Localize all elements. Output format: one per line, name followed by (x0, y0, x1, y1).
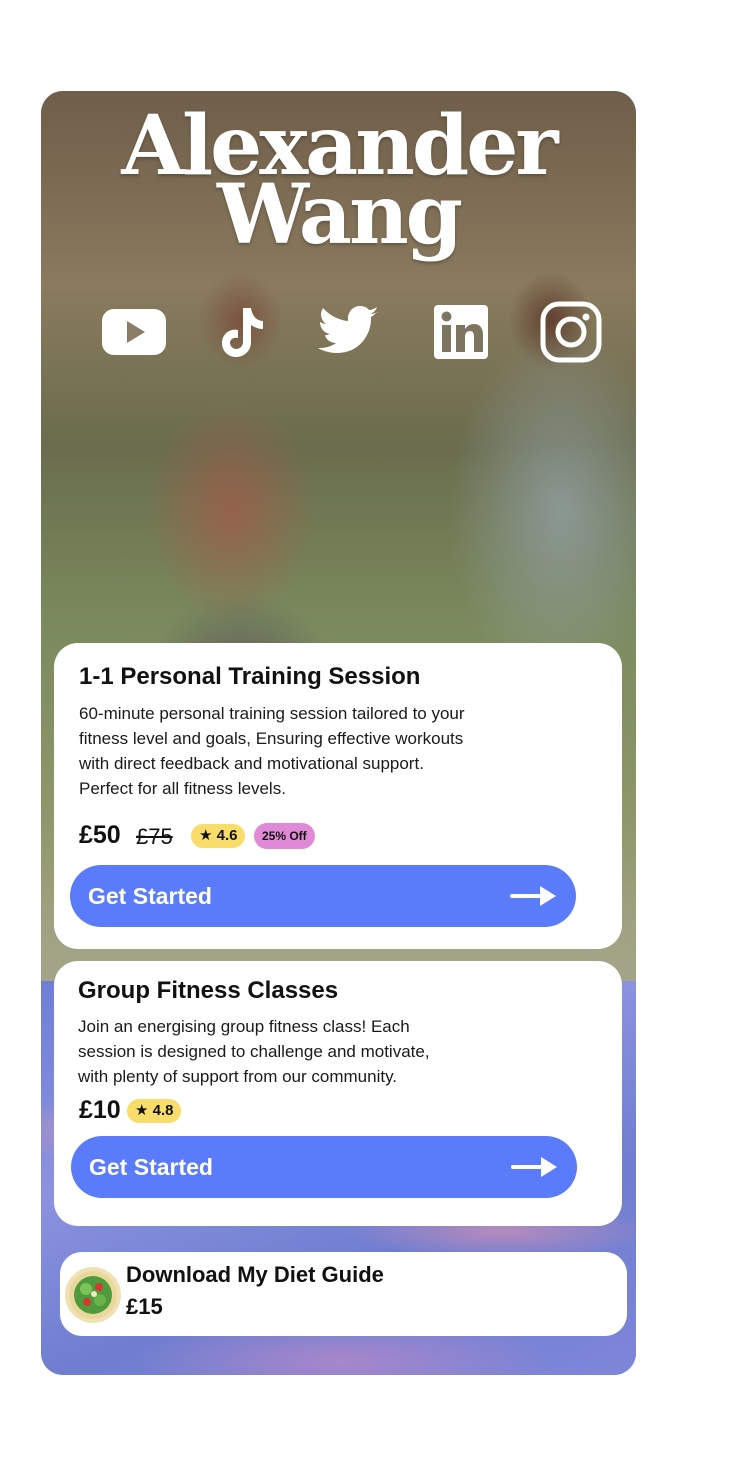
description-line: Perfect for all fitness levels. (79, 779, 286, 798)
youtube-link[interactable] (101, 301, 167, 363)
service-card-group-fitness: Group Fitness Classes Join an energising… (54, 961, 622, 1226)
get-started-button[interactable]: Get Started (71, 1136, 577, 1198)
service-description: Join an energising group fitness class! … (78, 1014, 430, 1089)
rating-badge: ★ 4.8 (127, 1099, 182, 1123)
price: £50 (79, 821, 121, 849)
social-links (101, 301, 606, 365)
twitter-icon (318, 306, 378, 353)
description-line: Join an energising group fitness class! … (78, 1017, 410, 1036)
price: £10 (79, 1096, 121, 1124)
brand-logo: Alexander Wang (41, 103, 636, 256)
description-line: with direct feedback and motivational su… (79, 754, 424, 773)
button-label: Get Started (89, 1154, 213, 1180)
description-line: session is designed to challenge and mot… (78, 1042, 430, 1061)
original-price: £75 (136, 824, 173, 849)
youtube-icon (102, 309, 166, 355)
instagram-icon (540, 301, 602, 363)
description-line: 60-minute personal training session tail… (79, 704, 465, 723)
arrow-right-icon (511, 1157, 557, 1177)
button-label: Get Started (88, 883, 212, 909)
discount-badge: 25% Off (254, 823, 315, 849)
get-started-button[interactable]: Get Started (70, 865, 576, 927)
service-title: Group Fitness Classes (78, 977, 339, 1004)
twitter-link[interactable] (316, 301, 382, 363)
arrow-right-icon (510, 886, 556, 906)
description-line: with plenty of support from our communit… (78, 1067, 398, 1086)
linkedin-link[interactable] (428, 301, 494, 363)
service-card-personal-training: 1-1 Personal Training Session 60-minute … (54, 643, 622, 949)
linkedin-icon (434, 305, 488, 359)
salad-bowl-icon (65, 1267, 121, 1323)
instagram-link[interactable] (538, 301, 604, 363)
diet-guide-link[interactable]: Download My Diet Guide £15 (60, 1252, 627, 1336)
service-title: 1-1 Personal Training Session (79, 663, 421, 690)
diet-guide-price: £15 (126, 1294, 163, 1319)
service-description: 60-minute personal training session tail… (79, 701, 465, 801)
description-line: fitness level and goals, Ensuring effect… (79, 729, 464, 748)
rating-badge: ★ 4.6 (191, 824, 246, 848)
tiktok-link[interactable] (209, 301, 275, 363)
diet-guide-title: Download My Diet Guide (126, 1262, 384, 1287)
tiktok-icon (222, 308, 263, 357)
